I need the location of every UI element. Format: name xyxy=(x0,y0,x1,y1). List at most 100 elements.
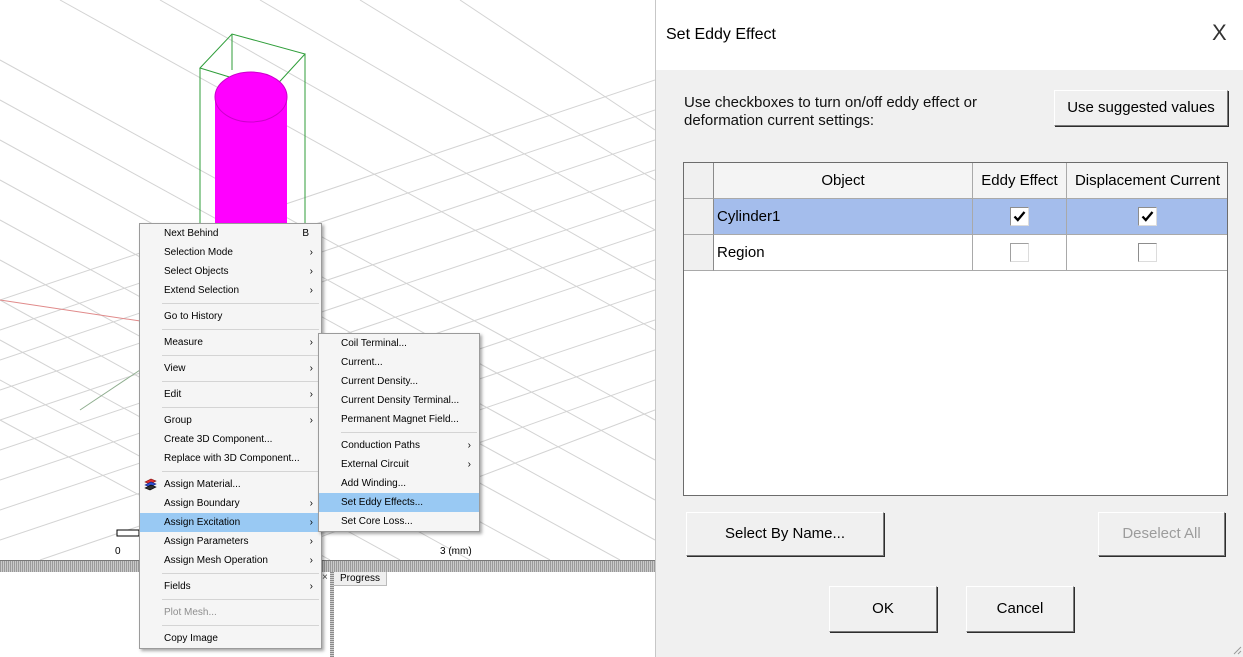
resize-grip-icon[interactable] xyxy=(1232,645,1242,655)
menu-item-next-behind[interactable]: Next Behind B xyxy=(140,224,321,243)
table-row[interactable]: Cylinder1 xyxy=(684,199,1227,235)
submenu-arrow-icon: › xyxy=(309,363,313,374)
dialog-titlebar[interactable]: Set Eddy Effect X xyxy=(656,0,1243,70)
menu-item-current-density[interactable]: Current Density... xyxy=(319,372,479,391)
menu-item-group[interactable]: Group › xyxy=(140,411,321,430)
menu-item-label: Conduction Paths xyxy=(341,440,420,451)
eddy-effect-checkbox[interactable] xyxy=(1010,207,1029,226)
deselect-all-button: Deselect All xyxy=(1098,512,1225,556)
close-icon[interactable]: × xyxy=(322,572,328,583)
menu-item-external-circuit[interactable]: External Circuit › xyxy=(319,455,479,474)
menu-item-label: Set Core Loss... xyxy=(341,516,413,527)
eddy-effect-checkbox xyxy=(1010,243,1029,262)
submenu-arrow-icon: › xyxy=(309,389,313,400)
menu-item-fields[interactable]: Fields › xyxy=(140,577,321,596)
menu-item-assign-material[interactable]: Assign Material... xyxy=(140,475,321,494)
assign-material-icon xyxy=(144,478,157,491)
column-header-displacement-current[interactable]: Displacement Current xyxy=(1067,163,1227,199)
dialog-title: Set Eddy Effect xyxy=(666,26,776,43)
menu-separator xyxy=(162,471,319,472)
menu-item-label: Group xyxy=(164,415,192,426)
submenu-arrow-icon: › xyxy=(309,536,313,547)
menu-item-view[interactable]: View › xyxy=(140,359,321,378)
menu-item-assign-parameters[interactable]: Assign Parameters › xyxy=(140,532,321,551)
splitter-bar[interactable] xyxy=(0,560,655,572)
menu-item-coil-terminal[interactable]: Coil Terminal... xyxy=(319,334,479,353)
submenu-arrow-icon: › xyxy=(467,459,471,470)
checkmark-icon xyxy=(1141,211,1154,222)
menu-item-add-winding[interactable]: Add Winding... xyxy=(319,474,479,493)
menu-item-current-density-terminal[interactable]: Current Density Terminal... xyxy=(319,391,479,410)
menu-item-label: External Circuit xyxy=(341,459,409,470)
menu-item-label: Measure xyxy=(164,337,203,348)
cancel-button[interactable]: Cancel xyxy=(966,586,1074,632)
menu-item-label: Add Winding... xyxy=(341,478,407,489)
menu-item-label: Extend Selection xyxy=(164,285,240,296)
menu-separator xyxy=(162,573,319,574)
menu-item-create-3d-component[interactable]: Create 3D Component... xyxy=(140,430,321,449)
menu-item-label: Selection Mode xyxy=(164,247,233,258)
row-header[interactable] xyxy=(684,199,714,235)
menu-separator xyxy=(162,303,319,304)
object-name-cell[interactable]: Cylinder1 xyxy=(714,199,973,235)
modeler-viewport[interactable]: 0 3 (mm) × Progress xyxy=(0,0,655,657)
menu-item-label: Select Objects xyxy=(164,266,229,277)
menu-item-select-objects[interactable]: Select Objects › xyxy=(140,262,321,281)
row-header[interactable] xyxy=(684,235,714,271)
ok-button[interactable]: OK xyxy=(829,586,937,632)
menu-item-label: Assign Parameters xyxy=(164,536,249,547)
menu-item-measure[interactable]: Measure › xyxy=(140,333,321,352)
submenu-arrow-icon: › xyxy=(309,285,313,296)
menu-item-set-eddy-effects[interactable]: Set Eddy Effects... xyxy=(319,493,479,512)
menu-item-label: Plot Mesh... xyxy=(164,607,217,618)
submenu-arrow-icon: › xyxy=(309,581,313,592)
displacement-current-cell xyxy=(1067,235,1227,271)
submenu-arrow-icon: › xyxy=(467,440,471,451)
checkmark-icon xyxy=(1013,211,1026,222)
menu-item-permanent-magnet-field[interactable]: Permanent Magnet Field... xyxy=(319,410,479,429)
tab-progress[interactable]: Progress xyxy=(334,572,388,586)
select-by-name-button[interactable]: Select By Name... xyxy=(686,512,884,556)
menu-item-current[interactable]: Current... xyxy=(319,353,479,372)
menu-item-conduction-paths[interactable]: Conduction Paths › xyxy=(319,436,479,455)
menu-item-go-to-history[interactable]: Go to History xyxy=(140,307,321,326)
close-icon[interactable]: X xyxy=(1212,20,1227,46)
menu-item-label: Assign Excitation xyxy=(164,517,241,528)
submenu-arrow-icon: › xyxy=(309,498,313,509)
menu-item-assign-mesh-operation[interactable]: Assign Mesh Operation › xyxy=(140,551,321,570)
use-suggested-values-button[interactable]: Use suggested values xyxy=(1054,90,1228,126)
submenu-arrow-icon: › xyxy=(309,266,313,277)
menu-item-copy-image[interactable]: Copy Image xyxy=(140,629,321,648)
table-row[interactable]: Region xyxy=(684,235,1227,271)
menu-item-label: Assign Material... xyxy=(164,479,241,490)
menu-item-label: Replace with 3D Component... xyxy=(164,453,300,464)
menu-item-set-core-loss[interactable]: Set Core Loss... xyxy=(319,512,479,531)
menu-item-label: Coil Terminal... xyxy=(341,338,407,349)
menu-item-replace-with-3d-component[interactable]: Replace with 3D Component... xyxy=(140,449,321,468)
grid-header-row: Object Eddy Effect Displacement Current xyxy=(684,163,1227,199)
submenu-arrow-icon: › xyxy=(309,247,313,258)
menu-item-label: View xyxy=(164,363,186,374)
displacement-current-checkbox[interactable] xyxy=(1138,207,1157,226)
column-header-object[interactable]: Object xyxy=(714,163,973,199)
displacement-current-checkbox[interactable] xyxy=(1138,243,1157,262)
menu-item-extend-selection[interactable]: Extend Selection › xyxy=(140,281,321,300)
menu-item-label: Copy Image xyxy=(164,633,218,644)
menu-separator xyxy=(162,599,319,600)
menu-item-assign-boundary[interactable]: Assign Boundary › xyxy=(140,494,321,513)
menu-item-label: Next Behind xyxy=(164,228,219,239)
menu-item-assign-excitation[interactable]: Assign Excitation › xyxy=(140,513,321,532)
menu-item-label: Assign Boundary xyxy=(164,498,240,509)
eddy-effect-cell xyxy=(973,199,1067,235)
column-header-eddy-effect[interactable]: Eddy Effect xyxy=(973,163,1067,199)
menu-item-selection-mode[interactable]: Selection Mode › xyxy=(140,243,321,262)
menu-item-label: Set Eddy Effects... xyxy=(341,497,424,508)
menu-item-edit[interactable]: Edit › xyxy=(140,385,321,404)
instructions-text: Use checkboxes to turn on/off eddy effec… xyxy=(684,94,977,129)
dialog-body: Use checkboxes to turn on/off eddy effec… xyxy=(656,70,1243,657)
grid-corner-cell[interactable] xyxy=(684,163,714,199)
menu-separator xyxy=(162,407,319,408)
menu-item-label: Current... xyxy=(341,357,383,368)
set-eddy-effect-dialog: Set Eddy Effect X Use checkboxes to turn… xyxy=(655,0,1243,657)
object-name-cell[interactable]: Region xyxy=(714,235,973,271)
